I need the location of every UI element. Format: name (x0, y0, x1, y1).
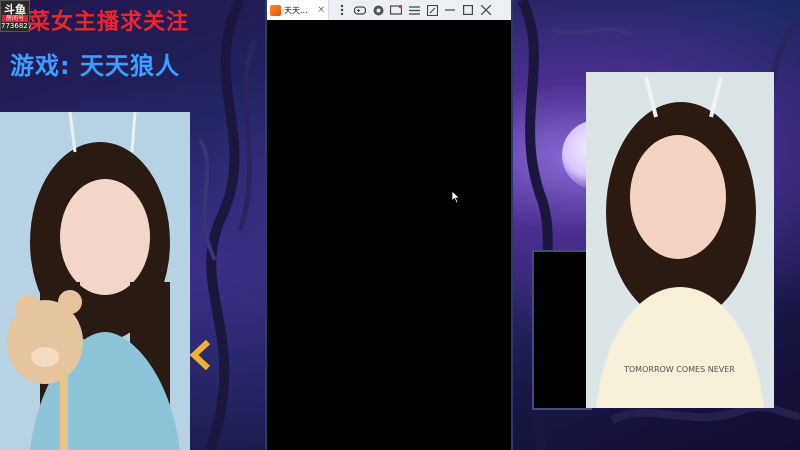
pin-icon[interactable] (423, 0, 441, 20)
streamer-left-image (0, 112, 190, 450)
emulator-toolbar (333, 0, 495, 20)
emulator-titlebar[interactable]: 天天... × (267, 0, 511, 20)
stream-title: 菜女主播求关注 (28, 10, 190, 35)
more-icon[interactable] (333, 0, 351, 20)
app-icon (270, 4, 281, 16)
platform-logo: 斗鱼 房间号 7736827 (0, 0, 33, 32)
chevron-left-icon (190, 340, 211, 370)
emulator-window[interactable]: 天天... × (267, 0, 511, 450)
gamepad-icon[interactable] (351, 0, 369, 20)
maximize-icon[interactable] (459, 0, 477, 20)
mail-icon[interactable] (387, 0, 405, 20)
mouse-cursor-icon (451, 190, 461, 204)
streamer-right-image: TOMORROW COMES NEVER (586, 72, 774, 408)
minimize-icon[interactable] (441, 0, 459, 20)
emulator-screen[interactable] (267, 20, 511, 450)
emulator-tab[interactable]: 天天... × (267, 0, 329, 20)
logo-text: 斗鱼 (4, 3, 26, 16)
tab-label: 天天... (284, 5, 308, 15)
room-id: 7736827 (1, 22, 33, 30)
room-badge: 房间号 (2, 15, 28, 22)
webcam-right: TOMORROW COMES NEVER (586, 72, 774, 408)
close-icon[interactable] (477, 0, 495, 20)
webcam-left (0, 112, 190, 450)
game-frame-panel (532, 250, 592, 410)
game-label: 游戏: 天天狼人 (10, 52, 180, 80)
menu-icon[interactable] (405, 0, 423, 20)
shirt-text: TOMORROW COMES NEVER (623, 365, 735, 374)
vine-decoration-left (198, 0, 258, 450)
record-icon[interactable] (369, 0, 387, 20)
tab-close-button[interactable]: × (317, 5, 325, 15)
